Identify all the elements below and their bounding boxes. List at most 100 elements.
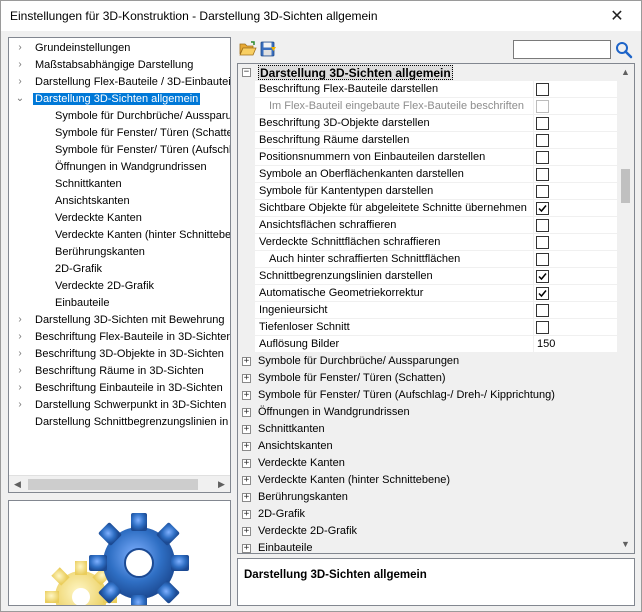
chevron-right-icon[interactable]: ›	[15, 346, 25, 362]
group-header[interactable]: + Verdeckte Kanten	[238, 455, 619, 472]
tree-item[interactable]: › Grundeinstellungen	[18, 40, 132, 56]
collapse-icon[interactable]: −	[242, 68, 251, 77]
tree-item[interactable]: Symbole für Durchbrüche/ Aussparungen	[53, 108, 230, 124]
tree-item[interactable]: Schnittkanten	[53, 176, 124, 192]
tree-item[interactable]: 2D-Grafik	[53, 261, 104, 277]
property-checkbox[interactable]	[536, 83, 549, 96]
tree-item[interactable]: › Beschriftung 3D-Objekte in 3D-Sichten	[18, 346, 226, 362]
tree-item[interactable]: Verdeckte Kanten	[53, 210, 144, 226]
group-header[interactable]: + Symbole für Fenster/ Türen (Schatten)	[238, 370, 619, 387]
tree-item[interactable]: › Darstellung 3D-Sichten mit Bewehrung	[18, 312, 227, 328]
property-row[interactable]: Sichtbare Objekte für abgeleitete Schnit…	[238, 200, 619, 217]
group-header[interactable]: + Ansichtskanten	[238, 438, 619, 455]
property-row[interactable]: Ingenieursicht	[238, 302, 619, 319]
property-checkbox[interactable]	[536, 168, 549, 181]
expand-icon[interactable]: +	[242, 391, 251, 400]
property-checkbox[interactable]	[536, 134, 549, 147]
expand-icon[interactable]: +	[242, 374, 251, 383]
tree-item[interactable]: Symbole für Fenster/ Türen (Schatten)	[53, 125, 230, 141]
scroll-down-icon[interactable]: ▼	[617, 536, 634, 553]
group-header[interactable]: + Symbole für Fenster/ Türen (Aufschlag-/…	[238, 387, 619, 404]
tree-item[interactable]: Einbauteile	[53, 295, 111, 311]
chevron-right-icon[interactable]: ›	[15, 329, 25, 345]
scroll-right-icon[interactable]: ▶	[213, 476, 230, 492]
tree-item[interactable]: Ansichtskanten	[53, 193, 132, 209]
group-header[interactable]: + Berührungskanten	[238, 489, 619, 506]
chevron-right-icon[interactable]: ›	[15, 74, 25, 90]
expand-icon[interactable]: +	[242, 476, 251, 485]
tree-item[interactable]: › Darstellung Flex-Bauteile / 3D-Einbaute…	[18, 74, 230, 90]
expand-icon[interactable]: +	[242, 408, 251, 417]
property-checkbox[interactable]	[536, 304, 549, 317]
chevron-right-icon[interactable]: ›	[15, 380, 25, 396]
search-input[interactable]	[513, 40, 611, 59]
property-checkbox[interactable]	[536, 270, 549, 283]
property-row[interactable]: Tiefenloser Schnitt	[238, 319, 619, 336]
chevron-right-icon[interactable]: ›	[15, 363, 25, 379]
expand-icon[interactable]: +	[242, 493, 251, 502]
tree-item[interactable]: Verdeckte Kanten (hinter Schnittebene)	[53, 227, 230, 243]
folder-open-icon[interactable]	[239, 41, 257, 57]
property-row[interactable]: Verdeckte Schnittflächen schraffieren	[238, 234, 619, 251]
group-header[interactable]: +2D-Grafik	[238, 506, 619, 523]
category-tree[interactable]: › Grundeinstellungen › Maßstabsabhängige Da…	[8, 37, 231, 493]
scroll-up-icon[interactable]: ▲	[617, 64, 634, 81]
expand-icon[interactable]: +	[242, 510, 251, 519]
property-checkbox[interactable]	[536, 219, 549, 232]
group-header[interactable]: + Schnittkanten	[238, 421, 619, 438]
group-header[interactable]: + Öffnungen in Wandgrundrissen	[238, 404, 619, 421]
property-row[interactable]: Automatische Geometriekorrektur	[238, 285, 619, 302]
expand-icon[interactable]: +	[242, 527, 251, 536]
property-checkbox[interactable]	[536, 185, 549, 198]
expand-icon[interactable]: +	[242, 357, 251, 366]
group-header-main[interactable]: − Darstellung 3D-Sichten allgemein	[238, 64, 619, 81]
property-row[interactable]: Symbole für Kantentypen darstellen	[238, 183, 619, 200]
scroll-left-icon[interactable]: ◀	[9, 476, 26, 492]
tree-item[interactable]: › Beschriftung Einbauteile in 3D-Sichten	[18, 380, 225, 396]
tree-item[interactable]: › Beschriftung Räume in 3D-Sichten	[18, 363, 206, 379]
property-row[interactable]: Beschriftung Räume darstellen	[238, 132, 619, 149]
tree-item[interactable]: Darstellung Schnittbegrenzungslinien in …	[33, 414, 230, 430]
expand-icon[interactable]: +	[242, 544, 251, 553]
tree-item[interactable]: › Beschriftung Flex-Bauteile in 3D-Sichte…	[18, 329, 230, 345]
grid-vertical-scrollbar[interactable]: ▲ ▼	[617, 64, 634, 553]
group-header[interactable]: + Verdeckte 2D-Grafik	[238, 523, 619, 540]
close-button[interactable]: ✕	[595, 1, 639, 31]
search-icon[interactable]	[615, 41, 633, 59]
property-checkbox[interactable]	[536, 321, 549, 334]
property-grid[interactable]: − Darstellung 3D-Sichten allgemein Beschri…	[237, 63, 635, 554]
property-row[interactable]: Schnittbegrenzungslinien darstellen	[238, 268, 619, 285]
group-header[interactable]: + Verdeckte Kanten (hinter Schnittebene)	[238, 472, 619, 489]
property-checkbox[interactable]	[536, 236, 549, 249]
group-header[interactable]: + Symbole für Durchbrüche/ Aussparungen	[238, 353, 619, 370]
chevron-down-icon[interactable]: ⌄	[15, 91, 25, 107]
scroll-thumb[interactable]	[28, 479, 198, 490]
tree-item[interactable]: Berührungskanten	[53, 244, 147, 260]
property-checkbox[interactable]	[536, 253, 549, 266]
tree-item[interactable]: › Maßstabsabhängige Darstellung	[18, 57, 195, 73]
group-header[interactable]: + Einbauteile	[238, 540, 619, 553]
tree-horizontal-scrollbar[interactable]: ◀ ▶	[9, 475, 230, 492]
scroll-thumb[interactable]	[621, 169, 630, 203]
property-checkbox[interactable]	[536, 202, 549, 215]
property-row[interactable]: Auflösung Bilder 150	[238, 336, 619, 353]
tree-item[interactable]: Verdeckte 2D-Grafik	[53, 278, 156, 294]
expand-icon[interactable]: +	[242, 442, 251, 451]
tree-item[interactable]: Symbole für Fenster/ Türen (Aufschlag-/ …	[53, 142, 230, 158]
property-value[interactable]: 150	[534, 336, 619, 352]
save-icon[interactable]	[260, 41, 278, 57]
tree-item[interactable]: Öffnungen in Wandgrundrissen	[53, 159, 209, 175]
property-checkbox[interactable]	[536, 117, 549, 130]
chevron-right-icon[interactable]: ›	[15, 312, 25, 328]
property-row[interactable]: Beschriftung Flex-Bauteile darstellen	[238, 81, 619, 98]
expand-icon[interactable]: +	[242, 425, 251, 434]
expand-icon[interactable]: +	[242, 459, 251, 468]
chevron-right-icon[interactable]: ›	[15, 397, 25, 413]
property-row[interactable]: Symbole an Oberflächenkanten darstellen	[238, 166, 619, 183]
property-checkbox[interactable]	[536, 287, 549, 300]
tree-item[interactable]: › Darstellung Schwerpunkt in 3D-Sichten	[18, 397, 228, 413]
property-row[interactable]: Positionsnummern von Einbauteilen darste…	[238, 149, 619, 166]
property-checkbox[interactable]	[536, 151, 549, 164]
property-row[interactable]: Im Flex-Bauteil eingebaute Flex-Bauteile…	[238, 98, 619, 115]
property-row[interactable]: Auch hinter schraffierten Schnittflächen	[238, 251, 619, 268]
